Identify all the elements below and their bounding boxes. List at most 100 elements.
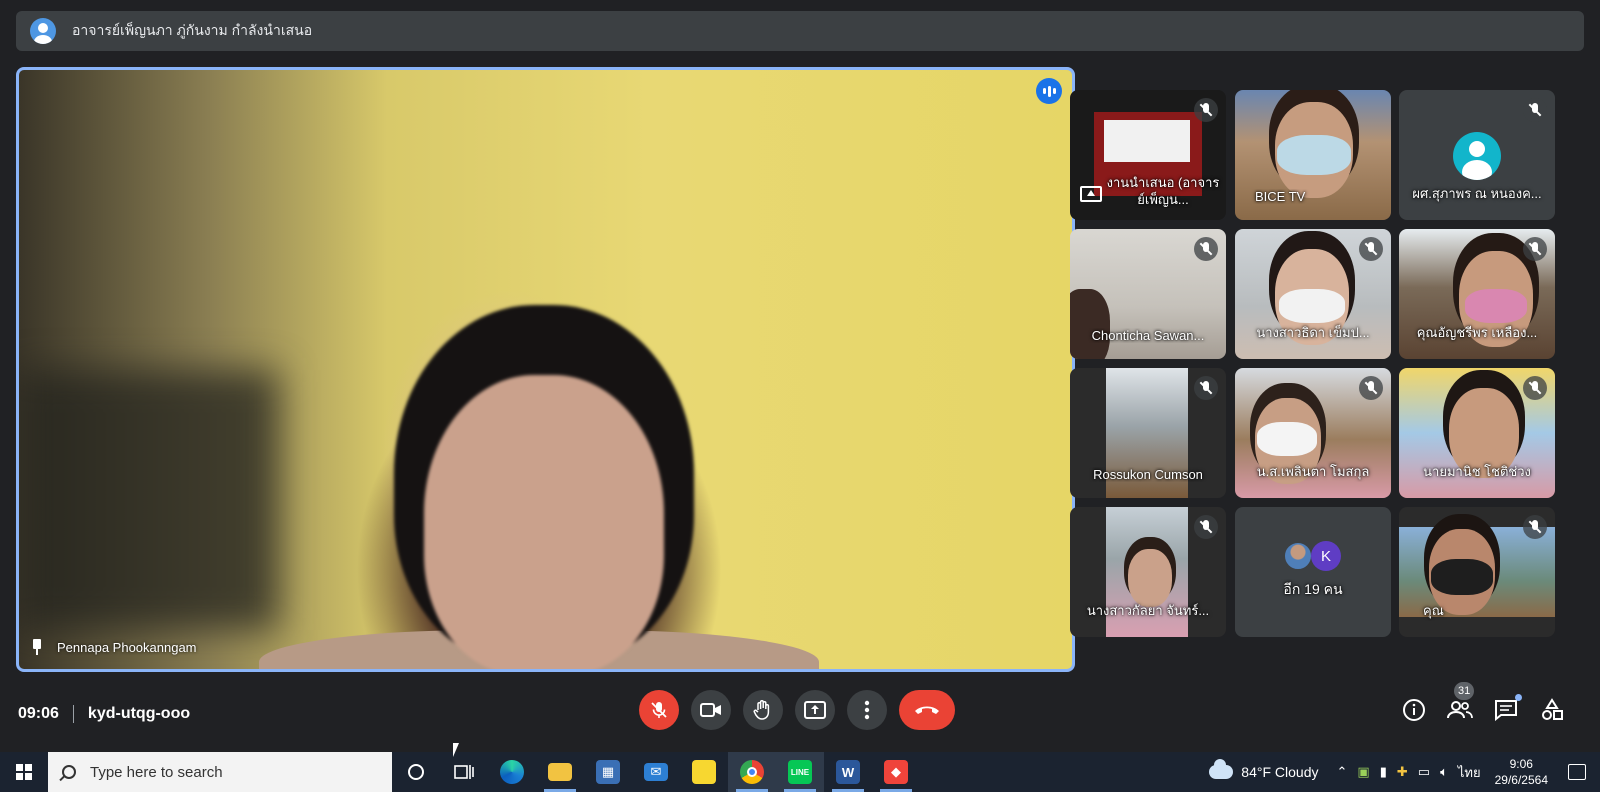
weather-text: 84°F Cloudy <box>1241 764 1319 780</box>
participant-tile[interactable]: นางสาวธิดา เข็มป... <box>1235 229 1391 359</box>
participant-avatar <box>1283 541 1313 571</box>
meeting-info-button[interactable] <box>1400 696 1428 724</box>
tray-app-icon[interactable]: ▣ <box>1357 764 1369 780</box>
edge-icon <box>500 760 524 784</box>
participant-name: นางสาวธิดา เข็มป... <box>1256 325 1370 340</box>
participant-tile[interactable]: นางสาวกัลยา จันทร์... <box>1070 507 1226 637</box>
unread-dot <box>1515 694 1522 701</box>
camera-icon <box>700 703 721 717</box>
more-vert-icon <box>864 700 870 720</box>
meeting-side-controls: 31 <box>1400 682 1566 730</box>
cortana-circle-icon <box>408 764 424 780</box>
system-tray: 84°F Cloudy ⌃ ▣ ▮ ✚ ▭ 🔈︎ ไทย 9:06 29/6/2… <box>1209 752 1600 792</box>
mic-off-icon <box>1359 376 1383 400</box>
camera-toggle-button[interactable] <box>691 690 731 730</box>
participant-face <box>424 375 664 669</box>
activities-button[interactable] <box>1538 696 1566 724</box>
edge-app[interactable] <box>488 752 536 792</box>
cloud-icon <box>1209 759 1234 779</box>
mic-toggle-button[interactable] <box>639 690 679 730</box>
present-now-button[interactable] <box>795 690 835 730</box>
meeting-time: 09:06 <box>18 705 59 722</box>
weather-widget[interactable]: 84°F Cloudy <box>1209 759 1319 780</box>
mic-off-icon <box>1194 376 1218 400</box>
clock-date: 29/6/2564 <box>1494 773 1548 787</box>
anydesk-app[interactable]: ◆ <box>872 752 920 792</box>
task-view-button[interactable] <box>440 752 488 792</box>
task-view-icon <box>454 765 474 779</box>
sticky-notes-app[interactable] <box>680 752 728 792</box>
participant-tile[interactable]: น.ส.เพลินตา โมสกุล <box>1235 368 1391 498</box>
self-view-tile[interactable]: คุณ <box>1399 507 1555 637</box>
mic-off-icon <box>1194 515 1218 539</box>
participant-tile[interactable]: คุณอัญชรีพร เหลือง... <box>1399 229 1555 359</box>
mail-icon: ✉ <box>644 763 668 781</box>
search-placeholder: Type here to search <box>90 763 223 781</box>
main-video-tile[interactable]: Pennapa Phookanngam <box>16 67 1075 672</box>
volume-icon[interactable]: 🔈︎ <box>1440 764 1448 780</box>
leave-call-button[interactable] <box>899 690 955 730</box>
participant-name: คุณอัญชรีพร เหลือง... <box>1416 325 1538 340</box>
participants-count-badge: 31 <box>1454 682 1475 700</box>
people-icon <box>1447 701 1473 719</box>
participant-name: นางสาวกัลยา จันทร์... <box>1086 603 1210 618</box>
info-icon <box>1403 699 1425 721</box>
mic-off-icon <box>1523 237 1547 261</box>
more-options-button[interactable] <box>847 690 887 730</box>
chat-icon <box>1495 700 1517 721</box>
raise-hand-button[interactable] <box>743 690 783 730</box>
mic-off-icon <box>1194 237 1218 261</box>
more-participants-tile[interactable]: K อีก 19 คน <box>1235 507 1391 637</box>
participant-tile[interactable]: ผศ.สุภาพร ณ หนองค... <box>1399 90 1555 220</box>
mic-off-icon <box>1523 515 1547 539</box>
participant-name: น.ส.เพลินตา โมสกุล <box>1256 464 1370 479</box>
participant-name: Rossukon Cumson <box>1093 467 1203 482</box>
chat-button[interactable] <box>1492 694 1522 724</box>
network-icon[interactable]: ▭ <box>1418 764 1430 780</box>
mail-app[interactable]: ✉ <box>632 752 680 792</box>
input-language[interactable]: ไทย <box>1458 762 1481 783</box>
meeting-details: 09:06 kyd-utqg-ooo <box>18 705 190 723</box>
participants-button[interactable]: 31 <box>1446 682 1475 724</box>
mic-off-icon <box>1523 98 1547 122</box>
participant-tile-presentation[interactable]: งานนำเสนอ (อาจารย์เพ็ญน... <box>1070 90 1226 220</box>
user-avatar-icon <box>30 18 56 44</box>
participant-name: งานนำเสนอ (อาจารย์เพ็ญน... <box>1106 175 1220 207</box>
divider <box>72 705 74 723</box>
start-button[interactable] <box>0 752 48 792</box>
line-app[interactable]: LINE <box>776 752 824 792</box>
mic-off-icon <box>1359 237 1383 261</box>
taskbar-search[interactable]: Type here to search <box>48 752 392 792</box>
microphone-icon[interactable]: ▮ <box>1380 764 1387 780</box>
file-explorer-app[interactable] <box>536 752 584 792</box>
line-icon: LINE <box>788 760 812 784</box>
store-bag-icon: ▦ <box>596 760 620 784</box>
participant-name: คุณ <box>1423 603 1444 618</box>
chevron-up-icon[interactable]: ⌃ <box>1337 764 1348 780</box>
default-avatar-icon <box>1453 132 1501 180</box>
security-icon[interactable]: ✚ <box>1397 764 1408 780</box>
participant-name: Chonticha Sawan... <box>1091 328 1205 343</box>
mic-off-icon <box>651 702 667 718</box>
chrome-icon <box>740 760 764 784</box>
folder-icon <box>548 763 572 781</box>
present-screen-icon <box>804 701 826 719</box>
store-app[interactable]: ▦ <box>584 752 632 792</box>
participant-tile[interactable]: นายมานิช โชติช่วง <box>1399 368 1555 498</box>
taskbar-clock[interactable]: 9:06 29/6/2564 <box>1495 756 1548 788</box>
participant-tile[interactable]: BICE TV <box>1235 90 1391 220</box>
sticky-notes-icon <box>692 760 716 784</box>
pin-icon[interactable] <box>31 639 43 655</box>
word-app[interactable]: W <box>824 752 872 792</box>
participant-name: BICE TV <box>1255 189 1306 204</box>
presenting-text: อาจารย์เพ็ญนภา ภู่กันงาม กำลังนำเสนอ <box>72 22 313 38</box>
anydesk-icon: ◆ <box>884 760 908 784</box>
more-participants-label: อีก 19 คน <box>1283 581 1343 597</box>
participant-tile[interactable]: Rossukon Cumson <box>1070 368 1226 498</box>
notification-center-icon[interactable] <box>1568 764 1586 780</box>
chrome-app[interactable] <box>728 752 776 792</box>
cortana-button[interactable] <box>392 752 440 792</box>
participant-tile[interactable]: Chonticha Sawan... <box>1070 229 1226 359</box>
presenting-banner: อาจารย์เพ็ญนภา ภู่กันงาม กำลังนำเสนอ <box>16 11 1584 51</box>
participant-avatar-letter: K <box>1311 541 1341 571</box>
